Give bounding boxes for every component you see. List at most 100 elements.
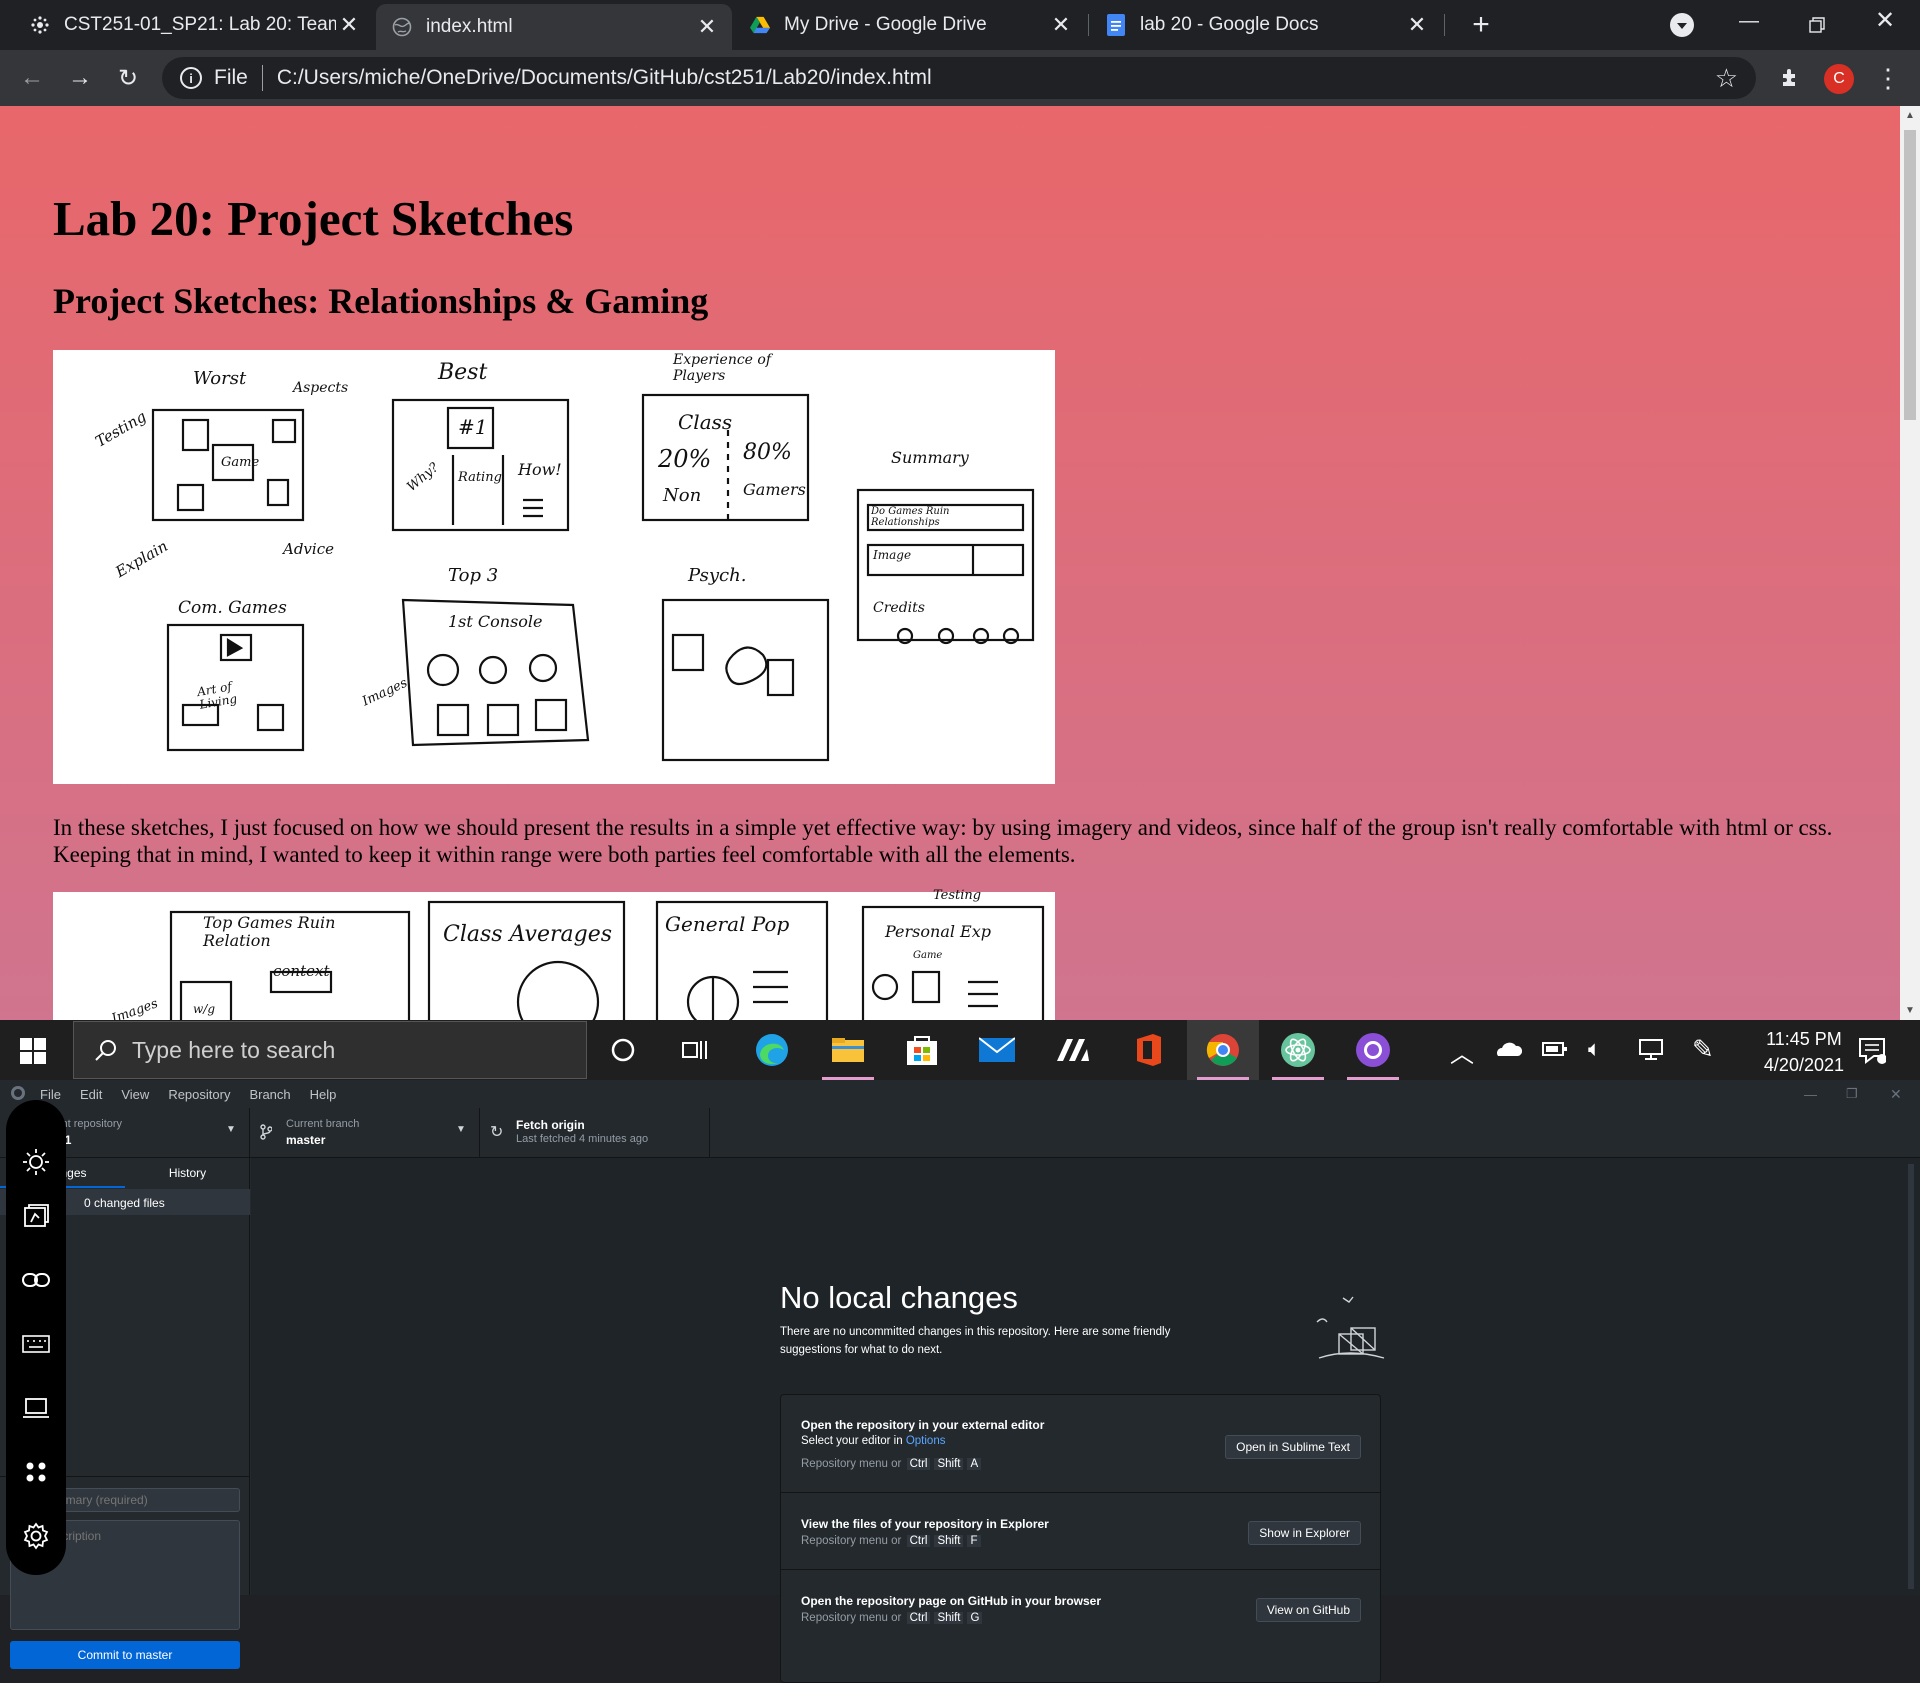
taskbar-clock[interactable]: 11:45 PM 4/20/2021 xyxy=(1764,1026,1844,1078)
profile-avatar[interactable]: C xyxy=(1824,64,1854,94)
suggestion-shortcut: Repository menu or Ctrl Shift F xyxy=(801,1535,983,1547)
windows-start-icon[interactable] xyxy=(20,1038,46,1069)
back-arrow-icon[interactable]: ← xyxy=(14,60,50,96)
tab-google-docs[interactable]: lab 20 - Google Docs ✕ xyxy=(1090,0,1442,50)
menu-file[interactable]: File xyxy=(40,1087,61,1102)
atom-icon[interactable] xyxy=(1262,1020,1334,1080)
close-icon[interactable]: ✕ xyxy=(336,12,362,38)
apps-grid-icon[interactable] xyxy=(16,1452,56,1492)
sketch-label: Psych. xyxy=(688,565,747,586)
star-icon[interactable]: ☆ xyxy=(1715,63,1738,94)
battery-icon[interactable] xyxy=(1542,1040,1568,1063)
file-explorer-icon[interactable] xyxy=(812,1020,884,1080)
menu-view[interactable]: View xyxy=(121,1087,149,1102)
sketch-label: Rating xyxy=(458,470,502,485)
suggestion-shortcut: Repository menu or Ctrl Shift G xyxy=(801,1612,984,1624)
forward-arrow-icon[interactable]: → xyxy=(62,60,98,96)
mail-icon[interactable] xyxy=(961,1020,1033,1080)
taskbar-search-box[interactable]: Type here to search xyxy=(73,1021,587,1079)
options-link[interactable]: Options xyxy=(906,1435,946,1447)
restore-icon[interactable] xyxy=(1802,10,1832,40)
cortana-icon[interactable] xyxy=(587,1020,659,1080)
close-icon[interactable]: ✕ xyxy=(694,14,720,40)
key-shift: Shift xyxy=(934,1535,964,1547)
menu-branch[interactable]: Branch xyxy=(249,1087,290,1102)
sketch-label: 80% xyxy=(743,440,792,465)
extensions-icon[interactable] xyxy=(1773,60,1809,96)
shortcut-prefix: Repository menu or xyxy=(801,1458,902,1470)
page-paragraph: In these sketches, I just focused on how… xyxy=(53,815,1833,867)
app-icon[interactable] xyxy=(1037,1020,1109,1080)
edge-icon[interactable] xyxy=(736,1020,808,1080)
minimize-icon[interactable]: — xyxy=(1734,10,1764,40)
menu-help[interactable]: Help xyxy=(310,1087,337,1102)
open-in-sublime-button[interactable]: Open in Sublime Text xyxy=(1225,1435,1361,1459)
sketch-label: Class Averages xyxy=(443,922,613,947)
volume-icon[interactable]: 🔈︎ xyxy=(1588,1036,1601,1062)
pen-icon[interactable]: ✎ xyxy=(1692,1034,1714,1065)
scroll-down-icon[interactable]: ▼ xyxy=(1905,1005,1915,1016)
task-view-icon[interactable] xyxy=(659,1020,731,1080)
reload-icon[interactable]: ↻ xyxy=(110,60,146,96)
close-icon[interactable]: ✕ xyxy=(1048,12,1074,38)
key-ctrl: Ctrl xyxy=(906,1612,931,1624)
tab-search-button[interactable] xyxy=(1670,13,1694,37)
commit-button[interactable]: Commit to master xyxy=(10,1641,240,1669)
fetch-origin-button[interactable]: ↻ Fetch origin Last fetched 4 minutes ag… xyxy=(480,1108,710,1158)
new-tab-button[interactable]: + xyxy=(1464,8,1498,42)
link-icon[interactable] xyxy=(16,1260,56,1300)
sketch-image-1: Worst Aspects Testing Game Explain Advic… xyxy=(53,350,1055,784)
chrome-icon[interactable] xyxy=(1187,1020,1259,1080)
office-icon[interactable] xyxy=(1112,1020,1184,1080)
close-icon[interactable]: ✕ xyxy=(1404,12,1430,38)
network-icon[interactable] xyxy=(1638,1036,1666,1067)
ghd-minimize-icon[interactable]: — xyxy=(1804,1087,1817,1102)
scrollbar-thumb[interactable] xyxy=(1904,130,1916,420)
notifications-icon[interactable] xyxy=(1858,1036,1887,1069)
page-scrollbar[interactable]: ▲ ▼ xyxy=(1900,106,1920,1020)
menu-edit[interactable]: Edit xyxy=(80,1087,102,1102)
ghd-restore-icon[interactable]: ❐ xyxy=(1846,1086,1858,1102)
key-ctrl: Ctrl xyxy=(906,1535,931,1547)
google-drive-icon xyxy=(750,15,770,35)
github-desktop-window: File Edit View Repository Branch Help — … xyxy=(0,1080,1920,1683)
laptop-icon[interactable] xyxy=(16,1388,56,1428)
shortcut-prefix: Repository menu or xyxy=(801,1612,902,1624)
page-title: Lab 20: Project Sketches xyxy=(53,191,574,246)
tab-canvas[interactable]: CST251-01_SP21: Lab 20: Team P ✕ xyxy=(14,0,374,50)
settings-gear-icon[interactable] xyxy=(16,1516,56,1556)
scheme-label: File xyxy=(214,66,248,89)
microsoft-store-icon[interactable] xyxy=(886,1020,958,1080)
sketch-label-list-1: Worst Aspects Testing Game Explain Advic… xyxy=(53,350,1055,784)
no-changes-heading: No local changes xyxy=(780,1280,1018,1315)
key-letter: G xyxy=(967,1612,983,1624)
brightness-icon[interactable] xyxy=(16,1142,56,1182)
tab-history[interactable]: History xyxy=(125,1158,250,1188)
show-in-explorer-button[interactable]: Show in Explorer xyxy=(1248,1521,1361,1545)
more-menu-icon[interactable]: ⋮ xyxy=(1870,60,1906,96)
sketch-label: Why? xyxy=(404,460,442,495)
screenshot-icon[interactable] xyxy=(16,1196,56,1236)
github-desktop-icon[interactable] xyxy=(1337,1020,1409,1080)
sketch-label: Non xyxy=(663,485,702,506)
suggestion-desc-text: Select your editor in xyxy=(801,1435,906,1447)
sketch-label: Top Games Ruin Relation xyxy=(203,913,336,950)
url-text: C:/Users/miche/OneDrive/Documents/GitHub… xyxy=(276,66,932,89)
keyboard-icon[interactable] xyxy=(16,1324,56,1364)
sketch-label: Game xyxy=(913,950,943,961)
ghd-close-icon[interactable]: ✕ xyxy=(1890,1086,1902,1103)
menu-repository[interactable]: Repository xyxy=(168,1087,230,1102)
tab-google-drive[interactable]: My Drive - Google Drive ✕ xyxy=(734,0,1086,50)
window-close-icon[interactable]: ✕ xyxy=(1870,6,1900,36)
suggestion-title: Open the repository page on GitHub in yo… xyxy=(801,1594,1102,1608)
ghd-main-panel: No local changes There are no uncommitte… xyxy=(251,1158,1920,1683)
scroll-up-icon[interactable]: ▲ xyxy=(1905,110,1915,121)
info-icon[interactable]: i xyxy=(180,67,202,89)
current-branch-selector[interactable]: Current branch master ▼ xyxy=(250,1108,480,1158)
ghd-scrollbar[interactable] xyxy=(1908,1164,1914,1589)
tab-index-html[interactable]: index.html ✕ xyxy=(376,4,732,50)
view-on-github-button[interactable]: View on GitHub xyxy=(1255,1598,1361,1622)
address-bar[interactable]: i File C:/Users/miche/OneDrive/Documents… xyxy=(162,57,1756,99)
onedrive-icon[interactable] xyxy=(1494,1040,1523,1063)
chevron-up-icon[interactable]: ︿ xyxy=(1450,1034,1474,1069)
